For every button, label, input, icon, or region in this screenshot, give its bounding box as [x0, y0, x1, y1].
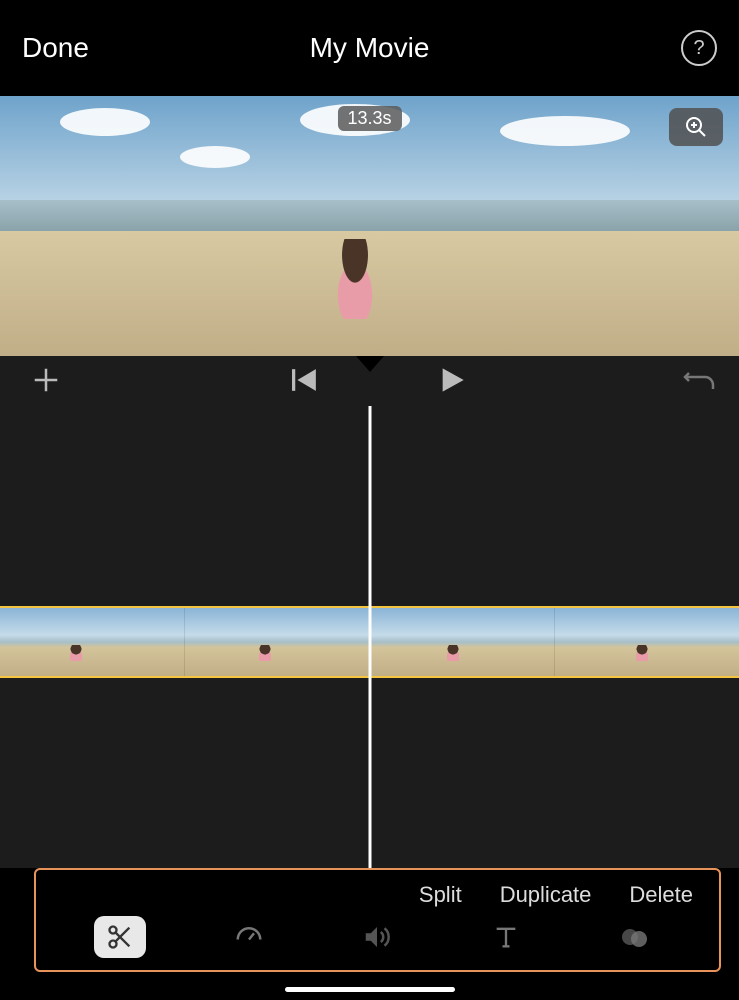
duplicate-button[interactable]: Duplicate: [500, 882, 592, 908]
home-indicator[interactable]: [285, 987, 455, 992]
transport-bar: [0, 356, 739, 406]
skip-back-icon: [292, 369, 318, 391]
done-button[interactable]: Done: [22, 32, 89, 64]
help-button[interactable]: ?: [681, 30, 717, 66]
video-preview[interactable]: 13.3s: [0, 96, 739, 356]
delete-button[interactable]: Delete: [629, 882, 693, 908]
split-button[interactable]: Split: [419, 882, 462, 908]
tab-titles[interactable]: [480, 916, 532, 958]
question-icon: ?: [693, 37, 704, 60]
magnify-plus-icon: [684, 115, 708, 139]
project-title: My Movie: [310, 32, 430, 64]
speaker-icon: [362, 922, 392, 952]
duration-badge: 13.3s: [337, 106, 401, 131]
clip-thumbnail[interactable]: [555, 608, 739, 676]
plus-icon: [31, 365, 61, 395]
tab-volume[interactable]: [351, 916, 403, 958]
top-bar: Done My Movie ?: [0, 0, 739, 96]
timeline-area[interactable]: [0, 406, 739, 868]
tab-speed[interactable]: [223, 916, 275, 958]
tab-trim[interactable]: [94, 916, 146, 958]
add-media-button[interactable]: [26, 361, 66, 401]
clip-thumbnail[interactable]: [0, 608, 185, 676]
clip-text-actions: Split Duplicate Delete: [36, 870, 719, 912]
undo-button[interactable]: [683, 367, 717, 396]
playhead-marker-icon: [356, 356, 384, 372]
text-icon: [492, 923, 520, 951]
play-button[interactable]: [438, 366, 466, 397]
undo-icon: [683, 367, 717, 393]
skip-to-start-button[interactable]: [292, 369, 318, 394]
speedometer-icon: [234, 922, 264, 952]
clip-thumbnail[interactable]: [370, 608, 555, 676]
zoom-in-button[interactable]: [669, 108, 723, 146]
edit-tool-panel: Split Duplicate Delete: [34, 868, 721, 972]
tool-tabs: [36, 912, 719, 970]
clip-thumbnail[interactable]: [185, 608, 370, 676]
scissors-icon: [106, 923, 134, 951]
tab-filters[interactable]: [609, 916, 661, 958]
play-icon: [438, 366, 466, 394]
overlap-circles-icon: [619, 923, 651, 951]
playhead-line[interactable]: [368, 406, 371, 868]
